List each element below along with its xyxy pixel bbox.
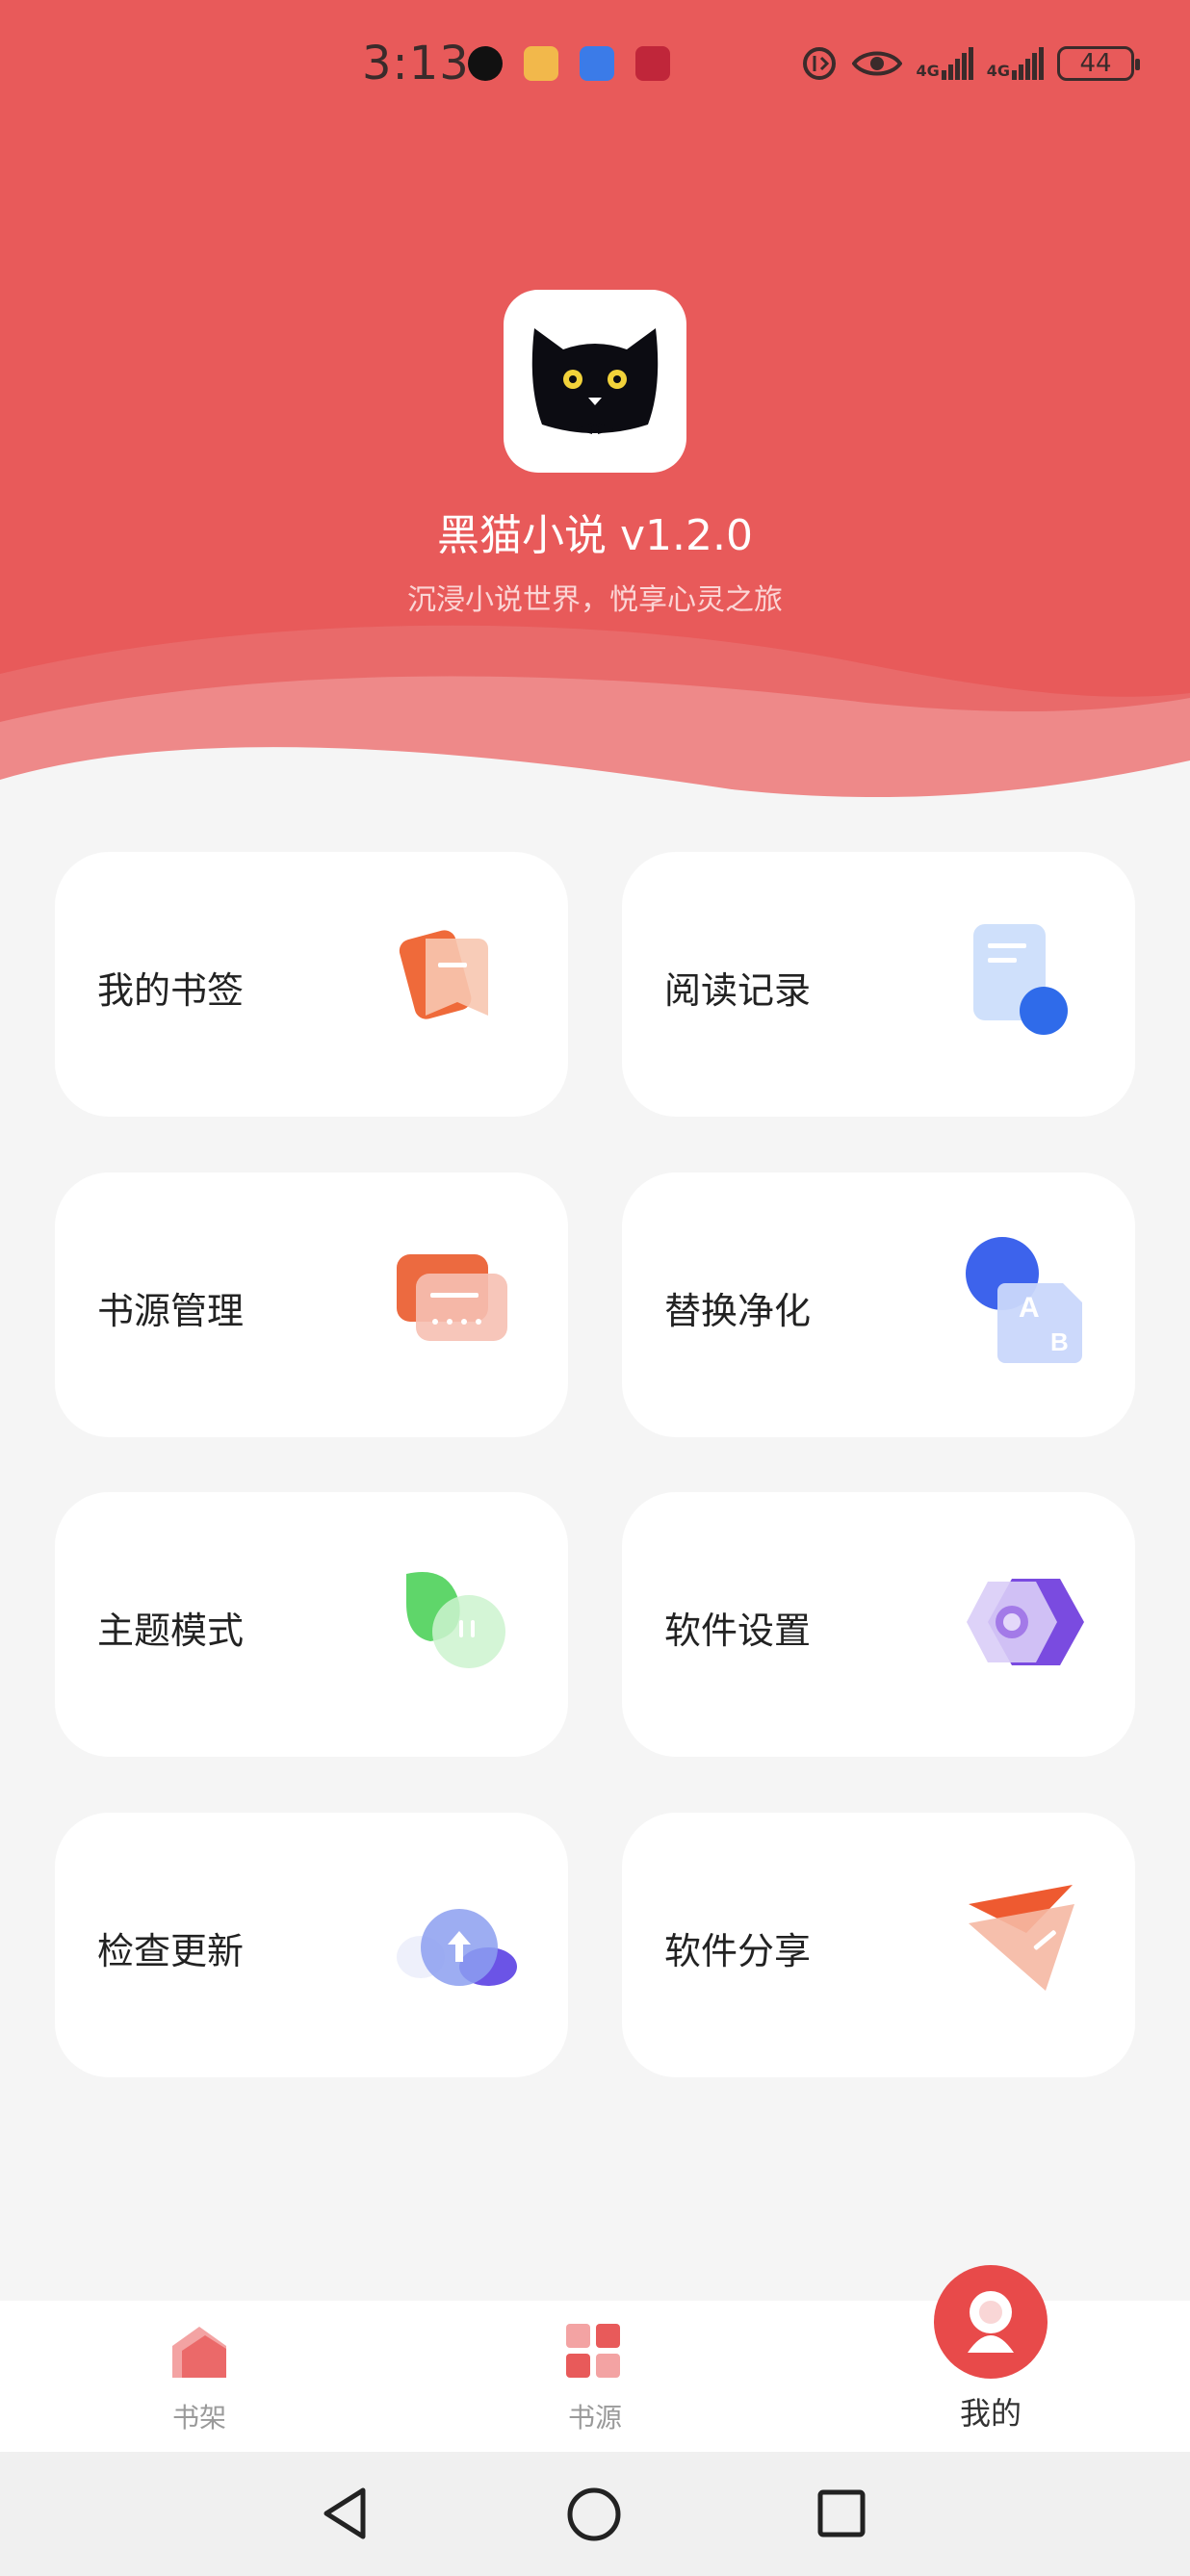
- svg-text:A: A: [1019, 1292, 1040, 1324]
- card-bookmarks[interactable]: 我的书签: [55, 852, 568, 1117]
- app-title: 黑猫小说 v1.2.0: [437, 511, 753, 560]
- back-icon[interactable]: [321, 2486, 369, 2540]
- card-label: 我的书签: [97, 969, 245, 1012]
- profile-header: 3:13 4G 4G 44 黑猫小说 v1.2.0 沉浸小说世界，悦享心灵之旅: [0, 0, 1190, 799]
- svg-text:B: B: [1050, 1327, 1069, 1356]
- replace-icon: A B: [966, 1237, 1082, 1363]
- card-theme-mode[interactable]: 主题模式: [55, 1492, 568, 1757]
- home-icon[interactable]: [566, 2486, 622, 2542]
- signal-2-label: 4G: [986, 62, 1010, 80]
- battery-icon: 44: [1057, 46, 1140, 81]
- card-label: 主题模式: [97, 1610, 245, 1652]
- signal-icon-1: 4G: [916, 47, 973, 80]
- card-label: 书源管理: [97, 1290, 245, 1332]
- tab-book-source[interactable]: 书源: [479, 2301, 711, 2452]
- tab-mine-label: 我的: [959, 2395, 1022, 2432]
- card-label: 替换净化: [664, 1290, 812, 1332]
- target-app-icon: [635, 46, 670, 81]
- status-right-icons: 4G 4G 44: [800, 44, 1140, 83]
- settings-icon: [967, 1579, 1084, 1665]
- book-source-icon: [397, 1254, 507, 1341]
- card-reading-history[interactable]: 阅读记录: [622, 852, 1135, 1117]
- yin-yang-app-icon: [468, 46, 503, 81]
- black-cat-logo-icon: [531, 328, 659, 434]
- signal-1-label: 4G: [916, 62, 940, 80]
- profile-icon: [968, 2291, 1014, 2353]
- tab-mine-active-button[interactable]: [934, 2265, 1048, 2379]
- card-label: 阅读记录: [664, 969, 812, 1012]
- card-replace-purify[interactable]: 替换净化 A B: [622, 1172, 1135, 1437]
- update-icon: [397, 1909, 517, 1986]
- system-navigation-bar: [0, 2452, 1190, 2576]
- card-label: 检查更新: [97, 1930, 245, 1972]
- share-icon: [969, 1885, 1074, 1991]
- header-wave-decoration: [0, 625, 1190, 799]
- card-label: 软件分享: [664, 1930, 812, 1972]
- transfer-app-icon: [580, 46, 614, 81]
- card-check-update[interactable]: 检查更新: [55, 1813, 568, 2077]
- bookmark-icon: [399, 930, 488, 1019]
- theme-icon: [406, 1572, 505, 1668]
- app-tagline: 沉浸小说世界，悦享心灵之旅: [407, 583, 783, 617]
- source-icon: [566, 2324, 620, 2378]
- card-book-source[interactable]: 书源管理: [55, 1172, 568, 1437]
- bookshelf-icon: [172, 2327, 226, 2378]
- card-software-settings[interactable]: 软件设置: [622, 1492, 1135, 1757]
- signal-icon-2: 4G: [987, 47, 1044, 80]
- eye-comfort-icon: [852, 51, 903, 76]
- reading-history-icon: [973, 924, 1068, 1035]
- app-logo: [504, 290, 686, 473]
- status-bar: 3:13 4G 4G 44: [0, 29, 1190, 106]
- tab-bookshelf-label: 书架: [171, 2402, 226, 2434]
- battery-level: 44: [1079, 49, 1112, 78]
- card-software-share[interactable]: 软件分享: [622, 1813, 1135, 2077]
- tab-bookshelf[interactable]: 书架: [84, 2301, 315, 2452]
- card-label: 软件设置: [664, 1610, 812, 1652]
- status-time: 3:13: [362, 37, 470, 90]
- recents-icon[interactable]: [816, 2488, 867, 2538]
- message-app-icon: [524, 46, 558, 81]
- data-saver-icon: [803, 47, 837, 80]
- tab-book-source-label: 书源: [567, 2402, 622, 2434]
